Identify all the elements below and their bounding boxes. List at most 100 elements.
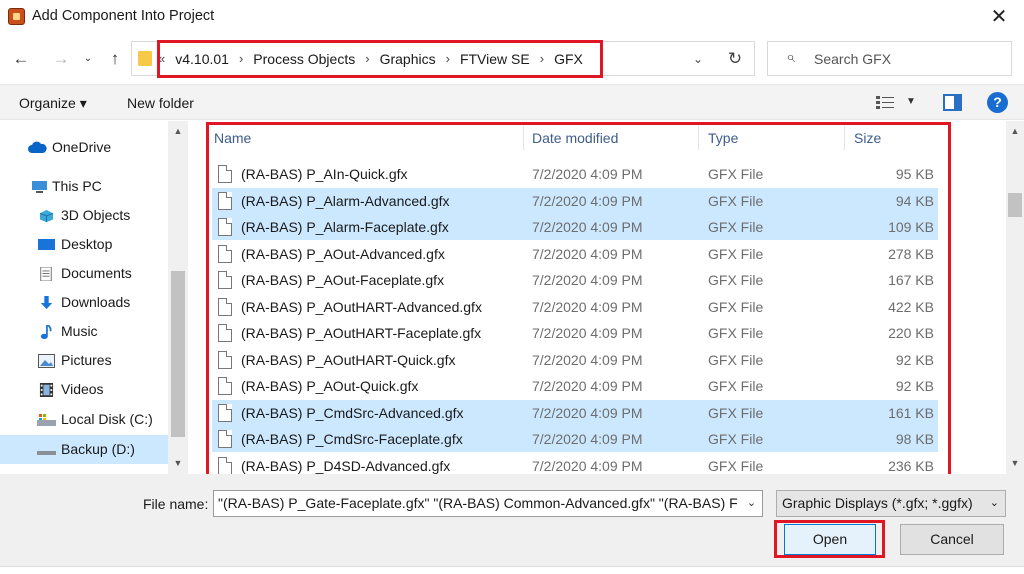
- sidebar-item-videos[interactable]: Videos: [0, 375, 168, 404]
- document-icon: [40, 267, 52, 281]
- sidebar-item-downloads[interactable]: Downloads: [0, 288, 168, 317]
- chevron-right-icon[interactable]: ›: [365, 51, 369, 66]
- column-name[interactable]: Name: [214, 130, 251, 146]
- file-type: GFX File: [708, 325, 764, 341]
- file-name: (RA-BAS) P_Alarm-Advanced.gfx: [241, 192, 450, 209]
- search-input[interactable]: [814, 49, 1004, 69]
- sidebar-item-documents[interactable]: Documents: [0, 259, 168, 288]
- chevron-down-icon[interactable]: ⌄: [741, 491, 762, 516]
- sidebar-scrollbar[interactable]: ▲ ▼: [168, 121, 188, 474]
- file-list-scrollbar[interactable]: ▲ ▼: [1006, 121, 1024, 474]
- column-size[interactable]: Size: [854, 130, 881, 146]
- file-row[interactable]: (RA-BAS) P_Alarm-Advanced.gfx 7/2/2020 4:…: [212, 187, 938, 214]
- address-bar[interactable]: « v4.10.01 › Process Objects › Graphics …: [131, 41, 755, 76]
- sidebar-item-this-pc[interactable]: This PC: [0, 172, 168, 201]
- window-title: Add Component Into Project: [32, 8, 215, 24]
- file-type-select[interactable]: Graphic Displays (*.gfx; *.ggfx) ⌄: [776, 490, 1006, 517]
- view-options-icon[interactable]: [876, 95, 894, 110]
- chevron-down-icon[interactable]: ⌄: [687, 48, 709, 70]
- forward-button[interactable]: →: [48, 44, 74, 74]
- chevron-right-icon[interactable]: ›: [239, 51, 243, 66]
- help-icon[interactable]: ?: [987, 92, 1008, 113]
- column-type[interactable]: Type: [708, 130, 738, 146]
- breadcrumb-item[interactable]: FTView SE: [460, 51, 530, 67]
- sidebar-item-music[interactable]: Music: [0, 317, 168, 346]
- scrollbar-thumb[interactable]: [171, 271, 185, 437]
- back-button[interactable]: ←: [8, 44, 34, 74]
- file-size: 109 KB: [888, 219, 934, 235]
- sidebar-item-local-disk-c[interactable]: Local Disk (C:): [0, 405, 168, 434]
- refresh-icon[interactable]: ↻: [722, 46, 748, 72]
- file-name: (RA-BAS) P_Alarm-Faceplate.gfx: [241, 219, 449, 235]
- drive-icon: [37, 451, 56, 455]
- file-icon: [218, 165, 232, 183]
- file-row[interactable]: (RA-BAS) P_AOutHART-Advanced.gfx 7/2/2020…: [212, 294, 938, 320]
- chevron-down-icon: ⌄: [989, 497, 999, 509]
- chevron-down-icon[interactable]: ▼: [906, 96, 916, 107]
- file-icon: [218, 191, 232, 210]
- breadcrumb-item[interactable]: Process Objects: [253, 51, 355, 67]
- chevron-right-icon[interactable]: ›: [540, 51, 544, 66]
- column-divider[interactable]: [698, 126, 699, 150]
- up-button[interactable]: ↑: [102, 44, 128, 74]
- file-size: 422 KB: [888, 298, 934, 315]
- sidebar-item-pictures[interactable]: Pictures: [0, 346, 168, 375]
- file-type: GFX File: [708, 245, 764, 262]
- breadcrumb-item[interactable]: Graphics: [380, 51, 436, 67]
- file-name: (RA-BAS) P_AOut-Faceplate.gfx: [241, 272, 445, 288]
- file-name-label: File name:: [143, 496, 209, 512]
- search-box[interactable]: ⌕: [767, 41, 1012, 76]
- sidebar-item-backup-d[interactable]: Backup (D:): [0, 435, 168, 464]
- close-button[interactable]: ✕: [982, 2, 1016, 32]
- sidebar-item-3d-objects[interactable]: 3D Objects: [0, 201, 168, 230]
- organize-button[interactable]: Organize ▾: [19, 95, 87, 112]
- file-date: 7/2/2020 4:09 PM: [532, 378, 643, 394]
- file-row[interactable]: (RA-BAS) P_AIn-Quick.gfx 7/2/2020 4:09 PM…: [212, 161, 938, 187]
- column-divider[interactable]: [523, 126, 524, 150]
- chevron-right-icon[interactable]: ›: [446, 51, 450, 66]
- file-type: GFX File: [708, 431, 764, 447]
- scroll-up-icon[interactable]: ▲: [168, 123, 188, 139]
- breadcrumb-item[interactable]: GFX: [554, 51, 583, 67]
- file-row[interactable]: (RA-BAS) P_AOut-Quick.gfx 7/2/2020 4:09 P…: [212, 373, 938, 399]
- file-row[interactable]: (RA-BAS) P_AOutHART-Quick.gfx 7/2/2020 4:…: [212, 347, 938, 373]
- file-name-input[interactable]: "(RA-BAS) P_Gate-Faceplate.gfx" "(RA-BAS…: [213, 490, 763, 517]
- file-row[interactable]: (RA-BAS) P_AOutHART-Faceplate.gfx 7/2/202…: [212, 320, 938, 346]
- overflow-chevron-icon[interactable]: «: [158, 51, 165, 66]
- scrollbar-thumb[interactable]: [1008, 193, 1022, 217]
- file-row[interactable]: (RA-BAS) P_CmdSrc-Faceplate.gfx 7/2/2020 …: [212, 426, 938, 452]
- computer-icon: [32, 181, 47, 193]
- background-window-strip: [0, 566, 1024, 574]
- cloud-icon: [28, 141, 47, 153]
- scroll-down-icon[interactable]: ▼: [168, 455, 188, 471]
- cube-icon: [39, 209, 54, 223]
- cancel-button[interactable]: Cancel: [900, 524, 1004, 555]
- file-icon: [218, 324, 232, 342]
- file-row[interactable]: (RA-BAS) P_AOut-Advanced.gfx 7/2/2020 4:0…: [212, 241, 938, 267]
- file-row[interactable]: (RA-BAS) P_AOut-Faceplate.gfx 7/2/2020 4:…: [212, 267, 938, 293]
- column-divider[interactable]: [844, 126, 845, 150]
- breadcrumb-item[interactable]: v4.10.01: [175, 51, 229, 67]
- file-name: (RA-BAS) P_CmdSrc-Advanced.gfx: [241, 404, 464, 421]
- file-row[interactable]: (RA-BAS) P_Alarm-Faceplate.gfx 7/2/2020 4…: [212, 214, 938, 240]
- file-date: 7/2/2020 4:09 PM: [532, 351, 643, 368]
- scroll-down-icon[interactable]: ▼: [1006, 455, 1024, 471]
- file-type: GFX File: [708, 272, 764, 288]
- file-date: 7/2/2020 4:09 PM: [532, 166, 643, 182]
- new-folder-button[interactable]: New folder: [127, 95, 194, 111]
- file-name: (RA-BAS) P_CmdSrc-Faceplate.gfx: [241, 431, 463, 447]
- file-icon: [218, 350, 232, 369]
- sidebar-item-desktop[interactable]: Desktop: [0, 230, 168, 259]
- title-bar: Add Component Into Project ✕: [0, 0, 1024, 34]
- preview-pane-icon[interactable]: [943, 94, 962, 111]
- file-date: 7/2/2020 4:09 PM: [532, 245, 643, 262]
- recent-locations-dropdown[interactable]: ⌄: [80, 44, 96, 74]
- sidebar-item-onedrive[interactable]: OneDrive: [0, 133, 168, 162]
- column-date-modified[interactable]: Date modified: [532, 130, 618, 146]
- open-button[interactable]: Open: [784, 524, 876, 555]
- file-icon: [218, 244, 232, 263]
- file-size: 92 KB: [895, 378, 934, 394]
- scroll-up-icon[interactable]: ▲: [1006, 123, 1024, 139]
- file-row[interactable]: (RA-BAS) P_CmdSrc-Advanced.gfx 7/2/2020 4…: [212, 399, 938, 426]
- file-icon: [218, 456, 232, 475]
